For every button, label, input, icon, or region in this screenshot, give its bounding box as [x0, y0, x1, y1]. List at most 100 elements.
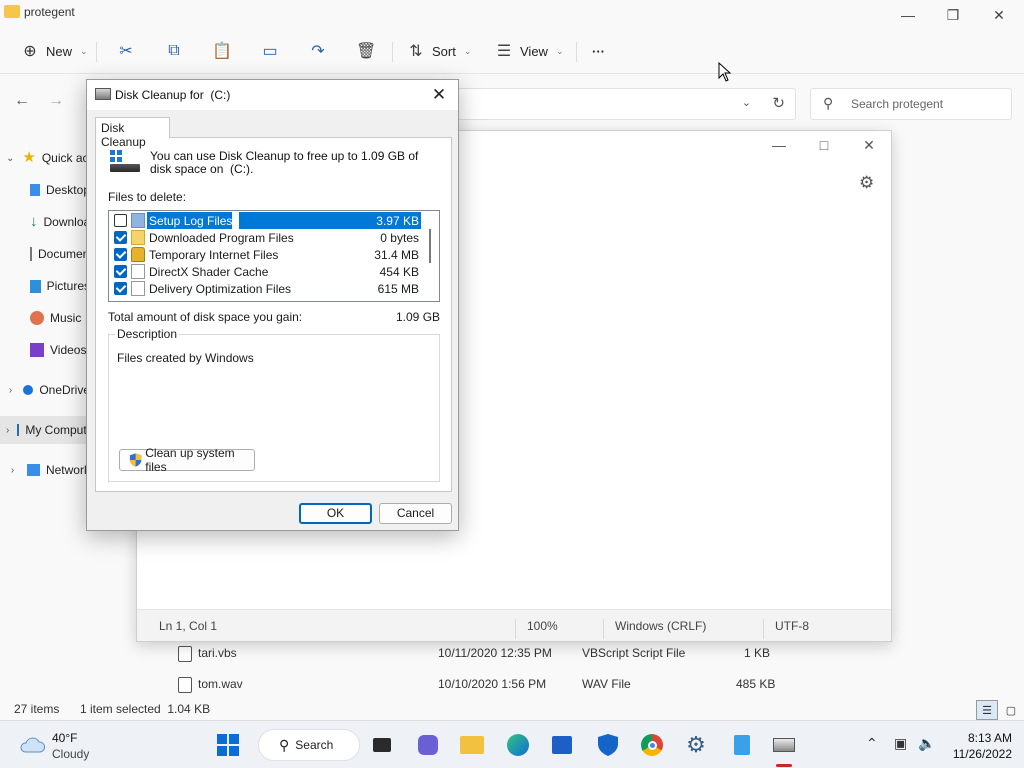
- list-item[interactable]: DirectX Shader Cache 454 KB: [109, 263, 423, 280]
- list-item[interactable]: Setup Log Files 3.97 KB: [109, 212, 423, 229]
- nav-item-videos[interactable]: Videos: [0, 336, 90, 364]
- chevron-right-icon[interactable]: ›: [6, 425, 9, 436]
- nav-label: Documents: [38, 247, 90, 261]
- ok-button[interactable]: OK: [299, 503, 372, 524]
- file-row[interactable]: tom.wav 10/10/2020 1:56 PM WAV File 485 …: [170, 670, 790, 698]
- cloud-icon: [23, 385, 34, 395]
- file-name: tom.wav: [198, 677, 243, 691]
- nav-item-network[interactable]: › Network: [0, 456, 90, 484]
- minimize-button[interactable]: —: [759, 137, 799, 157]
- search-placeholder: Search protegent: [851, 97, 944, 111]
- file-name: DirectX Shader Cache: [149, 265, 269, 279]
- taskbar-search-button[interactable]: ⚲ Search: [258, 729, 360, 761]
- file-row[interactable]: tari.vbs 10/11/2020 12:35 PM VBScript Sc…: [170, 639, 790, 667]
- list-item[interactable]: Delivery Optimization Files 615 MB: [109, 280, 423, 297]
- desktop-icon: [30, 184, 40, 196]
- rename-button[interactable]: ▭: [260, 38, 280, 64]
- clean-up-system-files-label: Clean up system files: [145, 446, 235, 474]
- checkbox[interactable]: [114, 282, 127, 295]
- nav-item-onedrive[interactable]: › OneDrive: [0, 376, 90, 404]
- copy-button[interactable]: ⧉: [164, 38, 184, 64]
- search-input[interactable]: ⚲ Search protegent: [810, 88, 1012, 120]
- gear-icon[interactable]: ⚙: [859, 173, 874, 193]
- new-label: New: [46, 43, 73, 59]
- details-view-button[interactable]: ☰: [976, 700, 998, 720]
- list-item[interactable]: Downloaded Program Files 0 bytes: [109, 229, 423, 246]
- file-date: 10/11/2020 12:35 PM: [438, 646, 552, 660]
- share-button[interactable]: ↷: [308, 38, 328, 64]
- nav-item-documents[interactable]: Documents: [0, 240, 90, 268]
- weather-condition: Cloudy: [52, 747, 90, 761]
- nav-item-desktop[interactable]: Desktop: [0, 176, 90, 204]
- chat-icon: [418, 735, 438, 755]
- start-button[interactable]: [214, 731, 242, 759]
- task-view-button[interactable]: [368, 731, 396, 759]
- edge-button[interactable]: [504, 731, 532, 759]
- tiles-view-button[interactable]: ▢: [1000, 700, 1022, 720]
- volume-icon[interactable]: 🔈: [918, 735, 935, 752]
- search-icon: ⚲: [823, 95, 834, 111]
- close-button[interactable]: ✕: [427, 83, 451, 107]
- view-button[interactable]: ☰ View ⌄: [494, 38, 564, 64]
- close-button[interactable]: ✕: [976, 2, 1022, 28]
- security-button[interactable]: [594, 731, 622, 759]
- forward-arrow-icon[interactable]: →: [48, 92, 64, 110]
- chevron-up-icon[interactable]: ⌃: [866, 735, 878, 752]
- chrome-button[interactable]: [638, 731, 666, 759]
- checkbox[interactable]: [114, 231, 127, 244]
- list-item[interactable]: Temporary Internet Files 31.4 MB: [109, 246, 423, 263]
- notepad-status-bar: Ln 1, Col 1 100% Windows (CRLF) UTF-8: [137, 609, 891, 641]
- notepad-button[interactable]: [728, 731, 756, 759]
- nav-item-my-computer[interactable]: › My Computer: [0, 416, 90, 444]
- maximize-button[interactable]: □: [804, 137, 844, 157]
- store-button[interactable]: [548, 731, 576, 759]
- back-arrow-icon[interactable]: ←: [14, 92, 30, 110]
- clock-time: 8:13 AM: [967, 731, 1012, 745]
- nav-label: Videos: [50, 343, 87, 357]
- file-explorer-button[interactable]: [458, 731, 486, 759]
- total-space-value: 1.09 GB: [396, 310, 441, 324]
- cursor-position: Ln 1, Col 1: [159, 619, 218, 633]
- chevron-down-icon[interactable]: ⌄: [6, 153, 14, 164]
- chevron-down-icon[interactable]: ⌄: [742, 96, 751, 109]
- cancel-button[interactable]: Cancel: [379, 503, 452, 524]
- network-icon[interactable]: ▣: [894, 735, 907, 752]
- delete-button[interactable]: 🗑: [356, 38, 376, 64]
- address-bar[interactable]: ⌄ ↻: [458, 88, 796, 120]
- chevron-right-icon[interactable]: ›: [6, 465, 19, 476]
- sort-button[interactable]: ⇅ Sort ⌄: [406, 38, 471, 64]
- scrollbar-thumb[interactable]: [429, 229, 431, 263]
- tab-disk-cleanup[interactable]: Disk Cleanup: [95, 117, 170, 149]
- disk-cleanup-taskbar-button[interactable]: [770, 731, 798, 759]
- nav-item-downloads[interactable]: ↓ Downloads: [0, 208, 90, 236]
- more-options-button[interactable]: ···: [592, 38, 605, 64]
- refresh-icon[interactable]: ↻: [772, 94, 785, 112]
- close-button[interactable]: ✕: [849, 137, 889, 157]
- checkbox[interactable]: [114, 265, 127, 278]
- nav-item-pictures[interactable]: Pictures: [0, 272, 90, 300]
- settings-button[interactable]: ⚙: [682, 731, 710, 759]
- paste-button[interactable]: 📋: [212, 38, 232, 64]
- store-icon: [552, 736, 572, 754]
- files-list[interactable]: Setup Log Files 3.97 KB Downloaded Progr…: [108, 210, 440, 302]
- minimize-button[interactable]: —: [885, 2, 931, 28]
- disk-cleanup-icon: [95, 88, 111, 100]
- new-button[interactable]: ⊕ New ⌄: [20, 38, 87, 64]
- nav-item-quick-access[interactable]: ⌄ ★ Quick access: [0, 144, 90, 172]
- chevron-right-icon[interactable]: ›: [6, 385, 15, 396]
- cut-button[interactable]: ✂: [116, 38, 136, 64]
- clock[interactable]: 8:13 AM 11/26/2022: [946, 730, 1012, 762]
- maximize-button[interactable]: ❐: [930, 2, 976, 28]
- taskbar: 40°F Cloudy ⚲ Search ⚙ ⌃ ▣ 🔈 8:13 AM 11/…: [0, 720, 1024, 768]
- disk-cleanup-icon: [773, 738, 795, 752]
- checkbox[interactable]: [114, 248, 127, 261]
- tab-panel: You can use Disk Cleanup to free up to 1…: [95, 137, 452, 492]
- nav-item-music[interactable]: Music: [0, 304, 90, 332]
- file-size: 454 KB: [379, 265, 419, 279]
- clean-up-system-files-button[interactable]: Clean up system files: [119, 446, 255, 474]
- chat-button[interactable]: [414, 731, 442, 759]
- checkbox[interactable]: [114, 214, 127, 227]
- nav-label: Music: [50, 311, 82, 325]
- file-name: Delivery Optimization Files: [149, 282, 292, 296]
- file-type: VBScript Script File: [582, 646, 686, 660]
